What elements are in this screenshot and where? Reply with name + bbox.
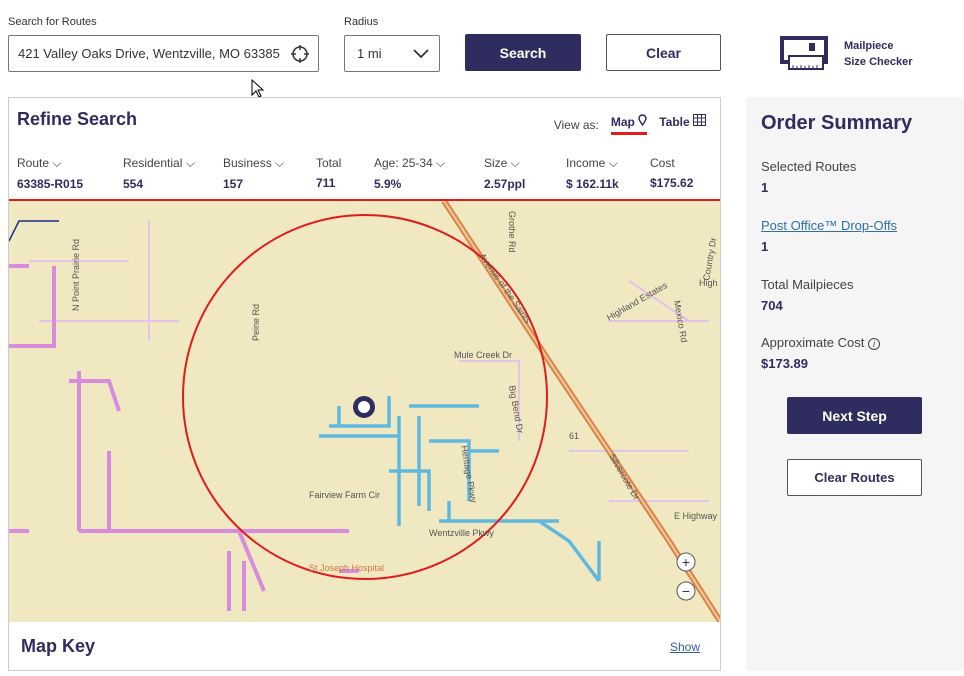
col-cost: Cost $175.62	[650, 156, 694, 190]
refine-search-panel: Refine Search View as: Map Table Route ⌵…	[8, 97, 721, 671]
label-hospital: St Joseph Hospital	[309, 563, 384, 573]
approx-cost-label: Approximate Cost	[761, 335, 865, 350]
label-peine: Peine Rd	[251, 304, 261, 341]
label-fairview: Fairview Farm Cir	[309, 490, 380, 500]
chevron-down-icon	[413, 48, 429, 58]
col-residential[interactable]: Residential ⌵ 554	[123, 156, 195, 191]
label-n-point: N Point Prairie Rd	[71, 239, 81, 311]
refine-title: Refine Search	[17, 109, 138, 129]
view-table-tab[interactable]: Table	[659, 114, 706, 135]
view-as-label: View as:	[553, 117, 599, 132]
total-mailpieces-value: 704	[761, 298, 783, 313]
zoom-in-button[interactable]: +	[676, 552, 696, 572]
radius-value: 1 mi	[357, 46, 382, 61]
order-summary-panel: Order Summary Selected Routes 1 Post Off…	[746, 97, 964, 671]
mouse-cursor-icon	[251, 79, 265, 98]
dropoffs-link[interactable]: Post Office™ Drop-Offs	[761, 218, 897, 233]
search-button[interactable]: Search	[465, 34, 581, 71]
address-pin	[353, 396, 375, 418]
label-hwy61: 61	[569, 431, 579, 441]
dropoffs-value: 1	[761, 239, 769, 254]
next-step-button[interactable]: Next Step	[787, 397, 922, 434]
map-key-show-link[interactable]: Show	[670, 640, 700, 654]
svg-text:−: −	[682, 583, 690, 599]
mailpiece-line2: Size Checker	[844, 56, 913, 68]
label-grothe: Grothe Rd	[507, 211, 517, 253]
map-pin-icon	[638, 114, 647, 127]
route-map[interactable]: N Point Prairie Rd Peine Rd Avenue of th…	[9, 201, 720, 622]
map-key-title: Map Key	[21, 636, 96, 656]
clear-routes-button[interactable]: Clear Routes	[787, 459, 922, 496]
radius-label: Radius	[344, 16, 379, 28]
total-mailpieces-label: Total Mailpieces	[761, 277, 854, 292]
search-label: Search for Routes	[8, 16, 97, 28]
selected-routes-value: 1	[761, 180, 769, 195]
approx-cost-value: $173.89	[761, 356, 808, 371]
label-mule: Mule Creek Dr	[454, 350, 512, 360]
crosshair-icon[interactable]	[290, 44, 310, 64]
label-ehighway: E Highway	[674, 511, 718, 521]
mailpiece-ruler-icon	[780, 36, 828, 70]
radius-select[interactable]: 1 mi	[344, 35, 440, 72]
clear-button[interactable]: Clear	[606, 34, 721, 71]
label-wentzville: Wentzville Pkwy	[429, 528, 494, 538]
col-business[interactable]: Business ⌵ 157	[223, 156, 284, 191]
col-size[interactable]: Size ⌵ 2.57ppl	[484, 156, 525, 191]
col-income[interactable]: Income ⌵ $ 162.11k	[566, 156, 619, 191]
svg-text:+: +	[682, 554, 690, 570]
order-summary-title: Order Summary	[761, 112, 913, 134]
col-total: Total 711	[316, 156, 342, 190]
table-grid-icon	[693, 114, 706, 126]
selected-routes-label: Selected Routes	[761, 159, 857, 174]
search-value: 421 Valley Oaks Drive, Wentzville, MO 63…	[18, 46, 280, 61]
info-icon[interactable]: i	[867, 338, 880, 350]
zoom-out-button[interactable]: −	[676, 581, 696, 601]
view-map-tab[interactable]: Map	[610, 114, 648, 135]
col-route[interactable]: Route ⌵ 63385-R015	[17, 156, 83, 191]
col-age[interactable]: Age: 25-34 ⌵ 5.9%	[374, 156, 445, 191]
mailpiece-line1: Mailpiece	[844, 40, 894, 52]
search-input[interactable]: 421 Valley Oaks Drive, Wentzville, MO 63…	[8, 35, 319, 72]
mailpiece-size-checker-link[interactable]: Mailpiece Size Checker	[779, 36, 912, 72]
